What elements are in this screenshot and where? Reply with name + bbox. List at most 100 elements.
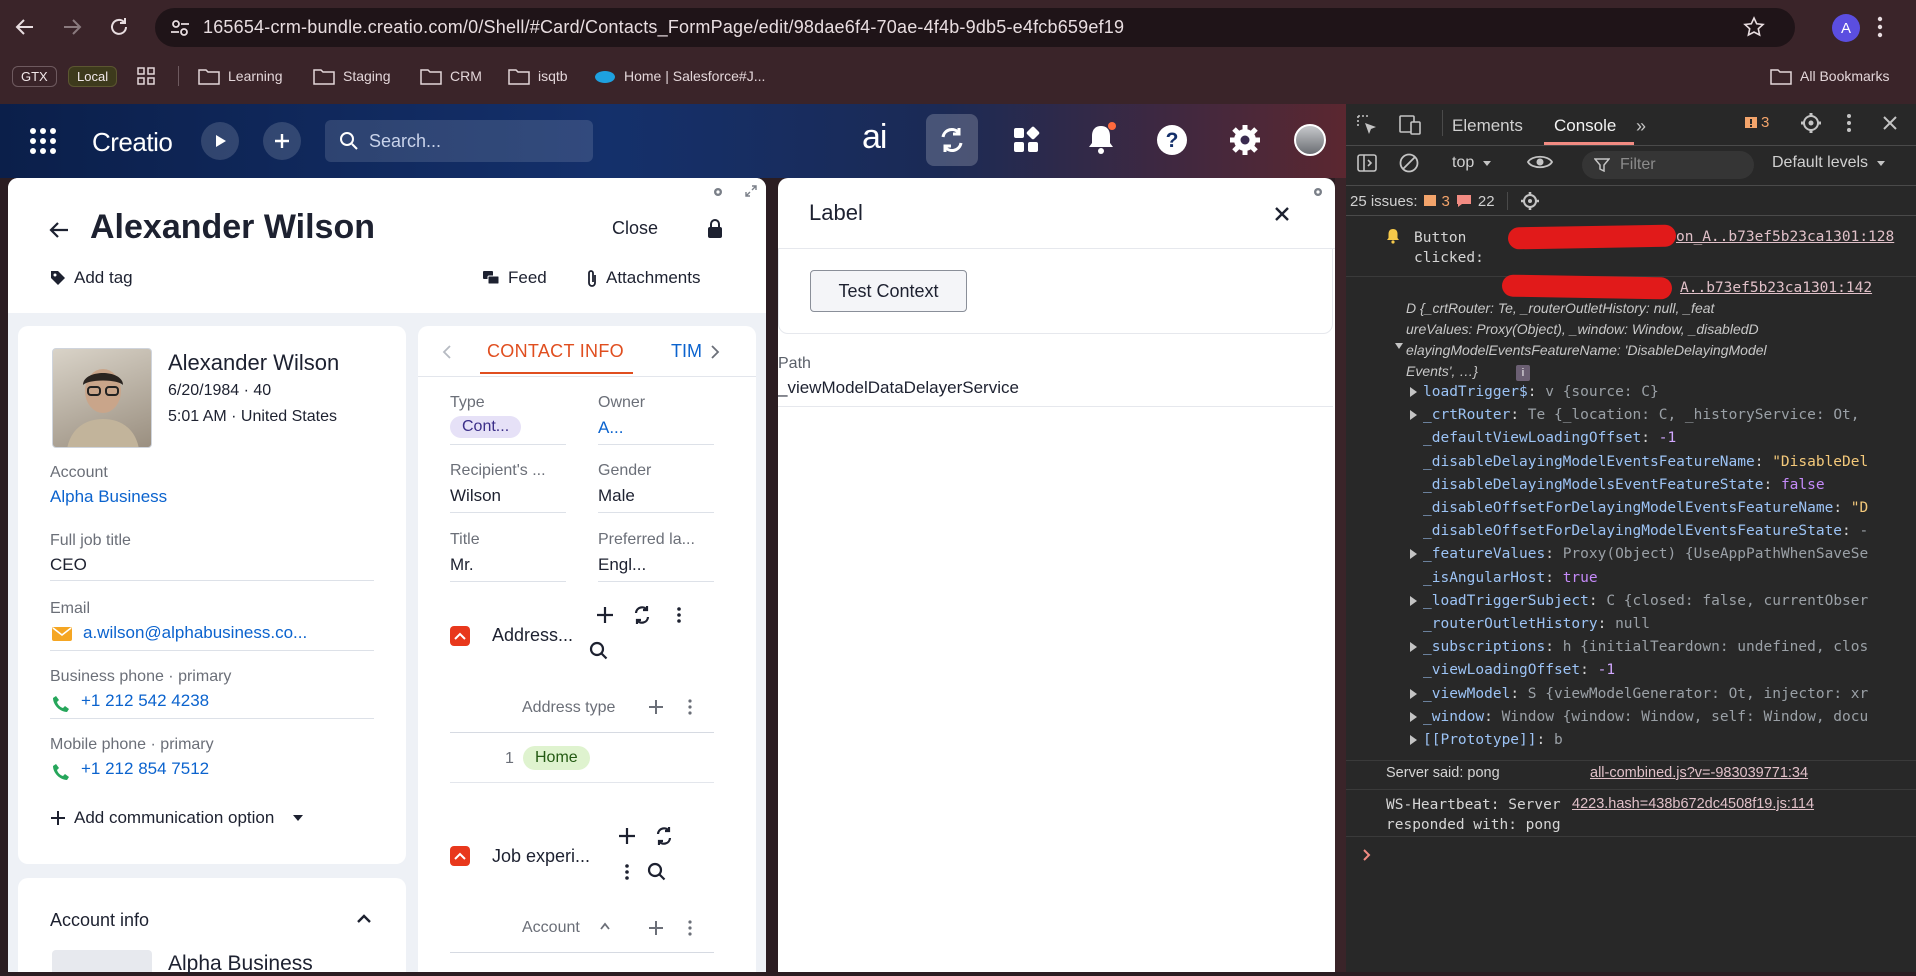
expand-caret-icon[interactable] bbox=[1410, 688, 1417, 699]
type-value-badge[interactable]: Cont... bbox=[450, 416, 522, 438]
dialog-settings-icon[interactable] bbox=[1312, 186, 1324, 198]
bookmark-salesforce[interactable]: Home | Salesforce#J... bbox=[594, 62, 765, 90]
column-more-icon[interactable] bbox=[687, 699, 693, 715]
object-property-row[interactable]: _subscriptions: h {initialTeardown: unde… bbox=[1410, 639, 1916, 655]
expand-caret-icon[interactable] bbox=[1410, 410, 1417, 421]
object-property-row[interactable]: _crtRouter: Te {_location: C, _historySe… bbox=[1410, 407, 1916, 423]
job-account-column-header[interactable]: Account bbox=[522, 919, 580, 937]
address-type-badge[interactable]: Home bbox=[523, 746, 590, 770]
object-property-row[interactable]: _featureValues: Proxy(Object) {UseAppPat… bbox=[1410, 546, 1916, 562]
object-property-row[interactable]: _window: Window {window: Window, self: W… bbox=[1410, 709, 1916, 725]
forward-icon[interactable] bbox=[55, 10, 89, 44]
job-title-value[interactable]: CEO bbox=[50, 555, 87, 575]
object-preview-line[interactable]: Events', …} bbox=[1406, 363, 1478, 379]
owner-link[interactable]: A... bbox=[598, 418, 624, 438]
account-link[interactable]: Alpha Business bbox=[50, 487, 167, 507]
info-badge-icon[interactable]: i bbox=[1516, 365, 1530, 381]
issues-summary[interactable]: 25 issues: 3 22 bbox=[1350, 191, 1540, 211]
address-bar[interactable]: 165654-crm-bundle.creatio.com/0/Shell/#C… bbox=[155, 8, 1795, 47]
ai-assistant-button[interactable]: ai bbox=[862, 118, 887, 157]
page-settings-icon[interactable] bbox=[712, 186, 724, 198]
expand-caret-icon[interactable] bbox=[1410, 549, 1417, 560]
object-property-row[interactable]: _loadTriggerSubject: C {closed: false, c… bbox=[1410, 593, 1916, 609]
help-icon[interactable]: ? bbox=[1156, 124, 1188, 156]
object-property-row[interactable]: _disableDelayingModelsEventFeatureState:… bbox=[1410, 477, 1916, 493]
tab-contact-info[interactable]: CONTACT INFO bbox=[487, 341, 624, 362]
console-filter-input[interactable]: Filter bbox=[1582, 151, 1754, 179]
clear-console-icon[interactable] bbox=[1398, 152, 1420, 174]
back-icon[interactable] bbox=[8, 10, 42, 44]
tab-timeline[interactable]: TIM bbox=[671, 341, 701, 362]
bookmark-crm[interactable]: CRM bbox=[420, 62, 482, 90]
reload-icon[interactable] bbox=[102, 10, 136, 44]
search-address-icon[interactable] bbox=[589, 641, 609, 661]
lock-icon[interactable] bbox=[706, 219, 724, 239]
bookmark-isqtb[interactable]: isqtb bbox=[508, 62, 568, 90]
bookmark-all[interactable]: All Bookmarks bbox=[1770, 62, 1889, 90]
address-type-column-header[interactable]: Address type bbox=[522, 699, 615, 717]
devtools-more-icon[interactable] bbox=[1846, 112, 1852, 134]
add-communication-option-button[interactable]: Add communication option bbox=[50, 808, 304, 828]
warnings-count[interactable]: 3 bbox=[1744, 114, 1769, 131]
profile-avatar[interactable]: A bbox=[1832, 14, 1860, 42]
expand-caret-icon[interactable] bbox=[1410, 735, 1417, 745]
test-context-button[interactable]: Test Context bbox=[810, 270, 967, 312]
add-column-icon[interactable] bbox=[648, 699, 664, 715]
object-property-row[interactable]: _disableOffsetForDelayingModelEventsFeat… bbox=[1410, 523, 1916, 539]
context-selector[interactable]: top bbox=[1452, 154, 1492, 172]
gender-value[interactable]: Male bbox=[598, 486, 635, 506]
site-settings-icon[interactable] bbox=[169, 17, 191, 39]
object-property-row[interactable]: _isAngularHost: true bbox=[1410, 570, 1916, 586]
mobile-phone-link[interactable]: +1 212 854 7512 bbox=[81, 759, 209, 779]
back-arrow-icon[interactable] bbox=[48, 220, 70, 240]
search-job-experience-icon[interactable] bbox=[647, 862, 667, 882]
expand-caret-icon[interactable] bbox=[1410, 711, 1417, 722]
chevron-up-icon[interactable] bbox=[356, 912, 372, 924]
log-levels-dropdown[interactable]: Default levels bbox=[1772, 154, 1886, 172]
sidebar-toggle-icon[interactable] bbox=[1356, 152, 1378, 174]
log-source-link[interactable]: 4223.hash=438b672dc4508f19.js:114 bbox=[1572, 796, 1814, 812]
collapse-job-experience-icon[interactable] bbox=[450, 846, 470, 866]
preferred-language-value[interactable]: Engl... bbox=[598, 555, 646, 575]
object-property-row[interactable]: _defaultViewLoadingOffset: -1 bbox=[1410, 430, 1916, 446]
tab-console[interactable]: Console bbox=[1554, 116, 1616, 136]
address-more-icon[interactable] bbox=[676, 606, 682, 624]
app-launcher-icon[interactable] bbox=[28, 126, 58, 156]
apps-grid-icon[interactable] bbox=[136, 62, 156, 90]
more-tabs-icon[interactable]: » bbox=[1636, 116, 1646, 137]
expand-caret-icon[interactable] bbox=[1410, 595, 1417, 606]
devtools-close-icon[interactable] bbox=[1882, 115, 1898, 131]
attachments-button[interactable]: Attachments bbox=[586, 268, 701, 288]
sync-button[interactable] bbox=[926, 114, 978, 166]
object-property-row[interactable]: loadTrigger$: v {source: C} bbox=[1410, 384, 1916, 400]
add-column-icon[interactable] bbox=[648, 920, 664, 936]
object-property-row[interactable]: [[Prototype]]: b bbox=[1410, 732, 1916, 748]
tab-elements[interactable]: Elements bbox=[1452, 116, 1523, 136]
run-process-button[interactable] bbox=[201, 122, 239, 160]
expand-caret-icon[interactable] bbox=[1410, 387, 1417, 397]
object-preview-line[interactable]: ureValues: Proxy(Object), _window: Windo… bbox=[1406, 321, 1759, 337]
expand-icon[interactable] bbox=[744, 184, 758, 198]
log-source-link[interactable]: on_A..b73ef5b23ca1301:128 bbox=[1676, 229, 1894, 245]
recipient-value[interactable]: Wilson bbox=[450, 486, 501, 506]
column-more-icon[interactable] bbox=[687, 920, 693, 936]
add-tag-button[interactable]: Add tag bbox=[50, 268, 133, 288]
add-address-icon[interactable] bbox=[596, 606, 614, 624]
user-avatar[interactable] bbox=[1294, 124, 1326, 156]
object-preview-line[interactable]: D {_crtRouter: Te, _routerOutletHistory:… bbox=[1406, 300, 1714, 316]
bookmark-learning[interactable]: Learning bbox=[198, 62, 283, 90]
bookmark-staging[interactable]: Staging bbox=[313, 62, 390, 90]
log-source-link[interactable]: A..b73ef5b23ca1301:142 bbox=[1680, 280, 1872, 296]
expand-caret-icon[interactable] bbox=[1394, 342, 1404, 350]
bookmark-star-icon[interactable] bbox=[1743, 16, 1765, 38]
bookmark-gtx[interactable]: GTX bbox=[12, 62, 57, 90]
object-property-row[interactable]: _disableOffsetForDelayingModelEventsFeat… bbox=[1410, 500, 1916, 516]
console-prompt-icon[interactable] bbox=[1362, 848, 1372, 862]
dialog-close-icon[interactable] bbox=[1274, 206, 1290, 222]
bookmark-local[interactable]: Local bbox=[68, 62, 118, 90]
creatio-logo[interactable]: Creatio bbox=[92, 127, 173, 158]
object-property-row[interactable]: _viewLoadingOffset: -1 bbox=[1410, 662, 1916, 678]
object-property-row[interactable]: _routerOutletHistory: null bbox=[1410, 616, 1916, 632]
feed-button[interactable]: Feed bbox=[482, 268, 547, 288]
settings-gear-icon[interactable] bbox=[1229, 124, 1261, 156]
